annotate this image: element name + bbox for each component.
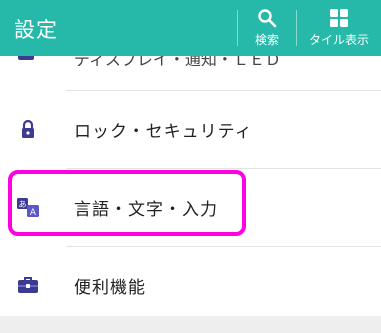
list-item-convenient-functions[interactable]: 便利機能: [0, 246, 381, 324]
app-bar: 設定 検索 タイル表示: [0, 0, 381, 56]
list-item-label: 便利機能: [74, 278, 146, 298]
grid-icon: [330, 9, 348, 27]
toolbox-icon: [18, 277, 38, 293]
list-item-label: ディスプレイ・通知・ＬＥＤ: [74, 56, 281, 66]
highlight-box: [8, 170, 246, 236]
search-button[interactable]: 検索: [238, 0, 296, 56]
display-icon: [18, 56, 34, 60]
list-item-display[interactable]: ディスプレイ・通知・ＬＥＤ: [0, 56, 381, 66]
tile-view-button[interactable]: タイル表示: [297, 0, 381, 56]
search-label: 検索: [254, 33, 279, 47]
list-item-lock-security[interactable]: ロック・セキュリティ: [0, 90, 381, 168]
list-item-label: ロック・セキュリティ: [74, 122, 253, 142]
search-icon: [258, 9, 277, 28]
page-title: 設定: [14, 18, 58, 42]
tile-view-label: タイル表示: [308, 33, 369, 47]
list-footer: [0, 316, 381, 333]
lock-icon: [22, 119, 34, 138]
